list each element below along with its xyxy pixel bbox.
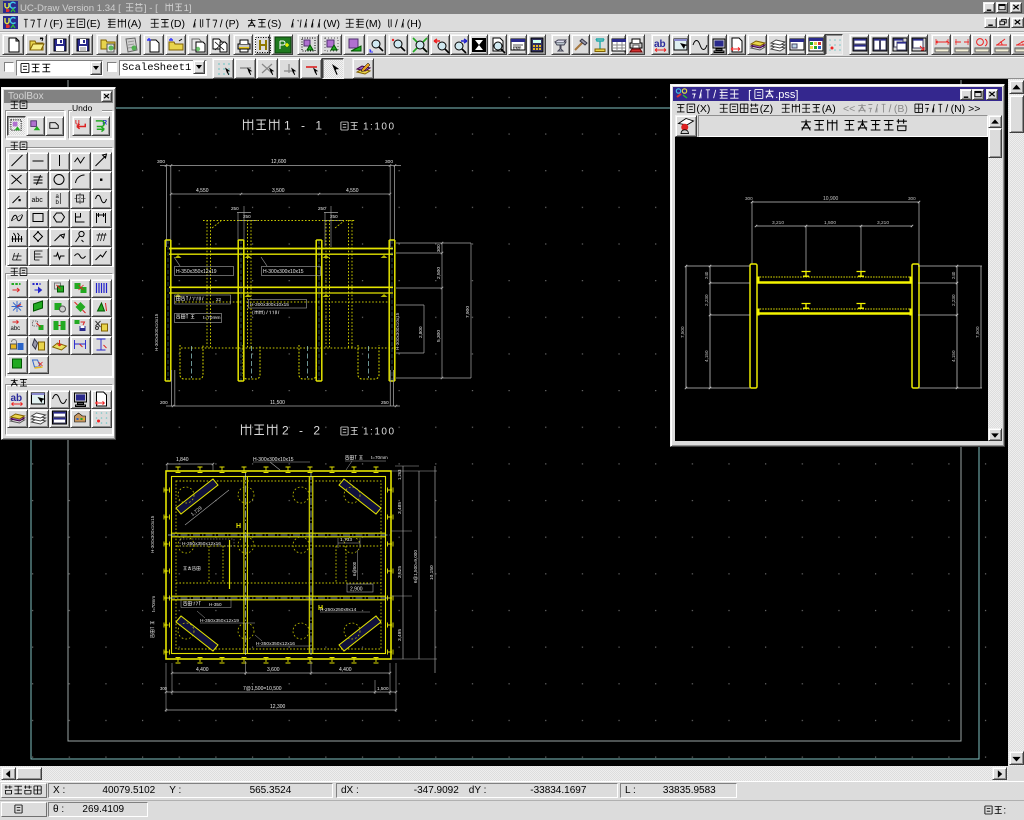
svg-text:4,550: 4,550	[196, 188, 209, 194]
svg-text:3,485: 3,485	[397, 502, 403, 514]
svg-text:4,550: 4,550	[346, 188, 359, 194]
svg-text:t=70mm: t=70mm	[371, 455, 388, 460]
svg-text:H-300x300x10x15: H-300x300x10x15	[150, 515, 155, 553]
svg-text:H-300x300x10x15: H-300x300x10x15	[154, 313, 159, 351]
svg-text:300: 300	[160, 686, 168, 691]
svg-text:1,263: 1,263	[397, 469, 402, 480]
svg-text:3,210: 3,210	[772, 220, 784, 226]
svg-text:10,900: 10,900	[823, 196, 839, 202]
svg-text:250: 250	[318, 206, 326, 211]
svg-text:250: 250	[381, 400, 389, 405]
svg-text:H-300x300x10x15: H-300x300x10x15	[263, 269, 304, 275]
svg-text:4,400: 4,400	[196, 667, 209, 673]
svg-text:22: 22	[216, 297, 222, 302]
svg-text:11,500: 11,500	[270, 400, 285, 406]
svg-text:H-350x350x12x16: H-350x350x12x16	[182, 541, 221, 547]
svg-text:300: 300	[436, 244, 441, 252]
svg-text:12,300: 12,300	[270, 704, 286, 710]
svg-text:240: 240	[951, 271, 956, 279]
svg-text::: :	[1003, 806, 1006, 817]
svg-text:2,230: 2,230	[951, 294, 956, 306]
svg-text:7,500: 7,500	[680, 326, 685, 338]
svg-text:2,900: 2,900	[350, 587, 363, 593]
svg-text:1,500: 1,500	[377, 686, 389, 691]
svg-text:H-300x300x10x15: H-300x300x10x15	[250, 302, 289, 308]
svg-text:10,150: 10,150	[429, 565, 435, 580]
svg-text:300: 300	[157, 159, 165, 165]
svg-text:H-350x350x12x19: H-350x350x12x19	[176, 269, 217, 275]
svg-text:300: 300	[908, 196, 916, 201]
svg-text:1,840: 1,840	[176, 457, 189, 463]
svg-text:7@1,500=10,500: 7@1,500=10,500	[243, 686, 282, 692]
svg-text:4,150: 4,150	[704, 350, 709, 362]
svg-text:3,600: 3,600	[267, 667, 280, 673]
svg-text:4,400: 4,400	[339, 667, 352, 673]
svg-text:t=70mm: t=70mm	[151, 596, 156, 612]
svg-text:4,150: 4,150	[951, 350, 956, 362]
svg-text:240: 240	[704, 271, 709, 279]
svg-text:300: 300	[385, 159, 393, 165]
svg-text:1,500: 1,500	[824, 220, 836, 226]
svg-text:1,733: 1,733	[340, 537, 352, 543]
svg-text:1:100: 1:100	[363, 427, 396, 438]
svg-text:H-300x300x10x15: H-300x300x10x15	[395, 312, 400, 350]
svg-text:t=70mm: t=70mm	[203, 315, 220, 321]
svg-text:6@1,500=9,000: 6@1,500=9,000	[413, 550, 418, 583]
svg-text:7,900: 7,900	[465, 306, 471, 318]
svg-text:5,300: 5,300	[436, 330, 442, 342]
svg-text:3,525: 3,525	[397, 566, 403, 578]
svg-text:6@500: 6@500	[352, 561, 357, 576]
svg-text:200: 200	[160, 400, 168, 405]
svg-text:12,600: 12,600	[271, 159, 287, 165]
svg-text:250: 250	[231, 206, 239, 211]
svg-text:H: H	[236, 523, 241, 530]
svg-text:2,800: 2,800	[418, 326, 423, 338]
svg-text:300: 300	[745, 196, 753, 201]
svg-text:H-350: H-350	[209, 602, 222, 607]
svg-text:3,210: 3,210	[877, 220, 889, 226]
svg-text:3,495: 3,495	[397, 629, 403, 641]
svg-text:3,500: 3,500	[272, 188, 285, 194]
svg-text:2 - 2: 2 - 2	[282, 424, 324, 438]
svg-text:7,500: 7,500	[975, 326, 980, 338]
svg-text:2,500: 2,500	[436, 267, 442, 279]
svg-text:2,230: 2,230	[704, 294, 709, 306]
